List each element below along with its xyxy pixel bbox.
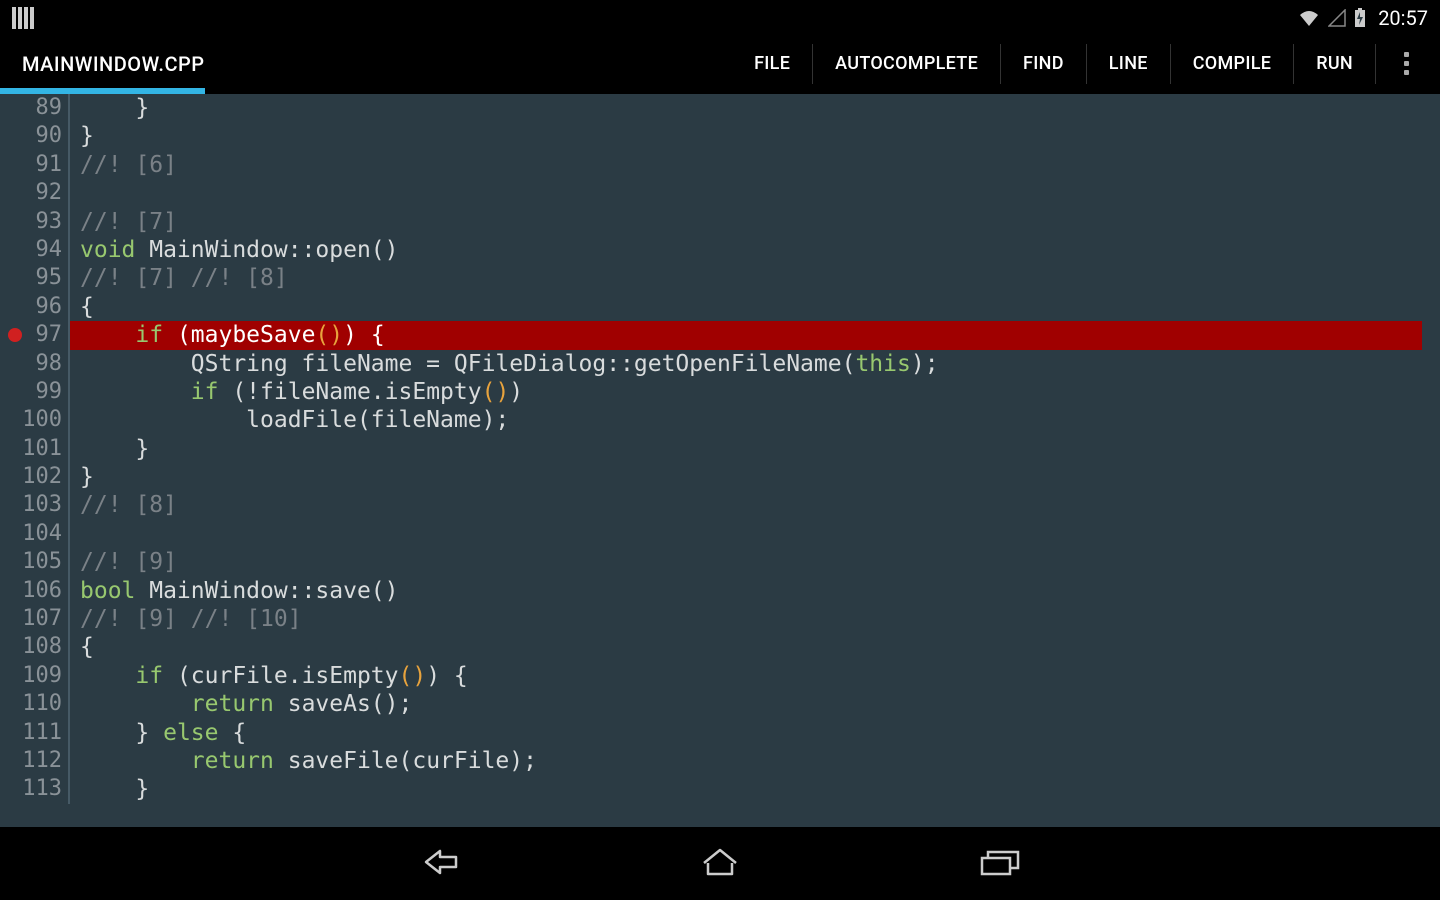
code-line[interactable]: 107//! [9] //! [10] <box>0 605 1440 633</box>
code-content[interactable]: //! [9] <box>70 548 1440 576</box>
line-number: 96 <box>0 293 68 321</box>
line-number: 107 <box>0 605 68 633</box>
menu-autocomplete[interactable]: AUTOCOMPLETE <box>813 44 1001 84</box>
app-toolbar: MAINWINDOW.CPP FILE AUTOCOMPLETE FIND LI… <box>0 36 1440 94</box>
line-number: 108 <box>0 633 68 661</box>
nav-recent-icon[interactable] <box>970 842 1030 882</box>
code-line[interactable]: 95//! [7] //! [8] <box>0 264 1440 292</box>
code-content[interactable]: loadFile(fileName); <box>70 406 1440 434</box>
code-content[interactable]: //! [8] <box>70 491 1440 519</box>
code-content[interactable]: QString fileName = QFileDialog::getOpenF… <box>70 350 1440 378</box>
code-line[interactable]: 102} <box>0 463 1440 491</box>
code-content[interactable]: //! [7] <box>70 208 1440 236</box>
code-content[interactable]: //! [9] //! [10] <box>70 605 1440 633</box>
code-line[interactable]: 98 QString fileName = QFileDialog::getOp… <box>0 350 1440 378</box>
gutter-separator <box>68 179 70 207</box>
android-status-bar: 20:57 <box>0 0 1440 36</box>
code-line[interactable]: 108{ <box>0 633 1440 661</box>
android-nav-bar <box>0 827 1440 897</box>
code-line[interactable]: 111 } else { <box>0 719 1440 747</box>
code-content[interactable]: if (curFile.isEmpty()) { <box>70 662 1440 690</box>
code-line[interactable]: 92 <box>0 179 1440 207</box>
line-number: 101 <box>0 435 68 463</box>
line-number: 112 <box>0 747 68 775</box>
line-number: 111 <box>0 719 68 747</box>
cell-signal-icon <box>1328 9 1346 27</box>
code-line[interactable]: 106bool MainWindow::save() <box>0 577 1440 605</box>
line-number: 102 <box>0 463 68 491</box>
code-content[interactable]: //! [7] //! [8] <box>70 264 1440 292</box>
menu-file[interactable]: FILE <box>732 44 813 84</box>
code-content[interactable]: } else { <box>70 719 1440 747</box>
code-line[interactable]: 91//! [6] <box>0 151 1440 179</box>
battery-charging-icon <box>1354 8 1366 28</box>
code-line[interactable]: 112 return saveFile(curFile); <box>0 747 1440 775</box>
code-editor[interactable]: 89 }90}91//! [6]9293//! [7]94void MainWi… <box>0 94 1440 827</box>
code-content[interactable]: { <box>70 633 1440 661</box>
code-content[interactable]: if (maybeSave()) { <box>70 321 1440 349</box>
code-content[interactable]: //! [6] <box>70 151 1440 179</box>
line-number: 94 <box>0 236 68 264</box>
breakpoint-icon[interactable] <box>8 328 22 342</box>
gutter-separator <box>68 520 70 548</box>
code-line[interactable]: 101 } <box>0 435 1440 463</box>
code-content[interactable]: } <box>70 435 1440 463</box>
code-content[interactable]: return saveFile(curFile); <box>70 747 1440 775</box>
overflow-menu-icon[interactable] <box>1386 44 1426 84</box>
code-line[interactable]: 93//! [7] <box>0 208 1440 236</box>
line-number: 106 <box>0 577 68 605</box>
code-line[interactable]: 109 if (curFile.isEmpty()) { <box>0 662 1440 690</box>
code-content[interactable]: } <box>70 463 1440 491</box>
line-number: 92 <box>0 179 68 207</box>
code-line[interactable]: 90} <box>0 122 1440 150</box>
code-line[interactable]: 113 } <box>0 775 1440 803</box>
file-title-tab[interactable]: MAINWINDOW.CPP <box>22 52 205 76</box>
line-number: 95 <box>0 264 68 292</box>
menu-compile[interactable]: COMPILE <box>1171 44 1294 84</box>
code-line[interactable]: 103//! [8] <box>0 491 1440 519</box>
line-number: 89 <box>0 94 68 122</box>
nav-home-icon[interactable] <box>690 842 750 882</box>
code-content[interactable]: void MainWindow::open() <box>70 236 1440 264</box>
menu-line[interactable]: LINE <box>1087 44 1171 84</box>
status-clock: 20:57 <box>1378 6 1428 30</box>
wifi-icon <box>1298 9 1320 27</box>
nav-back-icon[interactable] <box>410 842 470 882</box>
code-line[interactable]: 110 return saveAs(); <box>0 690 1440 718</box>
code-line[interactable]: 96{ <box>0 293 1440 321</box>
code-content[interactable]: { <box>70 293 1440 321</box>
line-number: 104 <box>0 520 68 548</box>
code-line[interactable]: 100 loadFile(fileName); <box>0 406 1440 434</box>
line-number: 113 <box>0 775 68 803</box>
line-number: 93 <box>0 208 68 236</box>
notification-icon <box>12 7 34 29</box>
code-content[interactable]: if (!fileName.isEmpty()) <box>70 378 1440 406</box>
code-content[interactable]: } <box>70 775 1440 803</box>
line-number: 109 <box>0 662 68 690</box>
code-line[interactable]: 89 } <box>0 94 1440 122</box>
line-number: 91 <box>0 151 68 179</box>
code-content[interactable]: } <box>70 94 1440 122</box>
line-number: 99 <box>0 378 68 406</box>
menu-find[interactable]: FIND <box>1001 44 1087 84</box>
code-line[interactable]: 105//! [9] <box>0 548 1440 576</box>
code-line[interactable]: 94void MainWindow::open() <box>0 236 1440 264</box>
line-number: 98 <box>0 350 68 378</box>
code-line[interactable]: 97 if (maybeSave()) { <box>0 321 1440 349</box>
line-number: 103 <box>0 491 68 519</box>
code-content[interactable]: } <box>70 122 1440 150</box>
code-line[interactable]: 104 <box>0 520 1440 548</box>
line-number: 100 <box>0 406 68 434</box>
line-number: 90 <box>0 122 68 150</box>
code-content[interactable]: bool MainWindow::save() <box>70 577 1440 605</box>
menu-run[interactable]: RUN <box>1294 44 1376 84</box>
code-line[interactable]: 99 if (!fileName.isEmpty()) <box>0 378 1440 406</box>
line-number: 105 <box>0 548 68 576</box>
code-content[interactable]: return saveAs(); <box>70 690 1440 718</box>
line-number: 110 <box>0 690 68 718</box>
